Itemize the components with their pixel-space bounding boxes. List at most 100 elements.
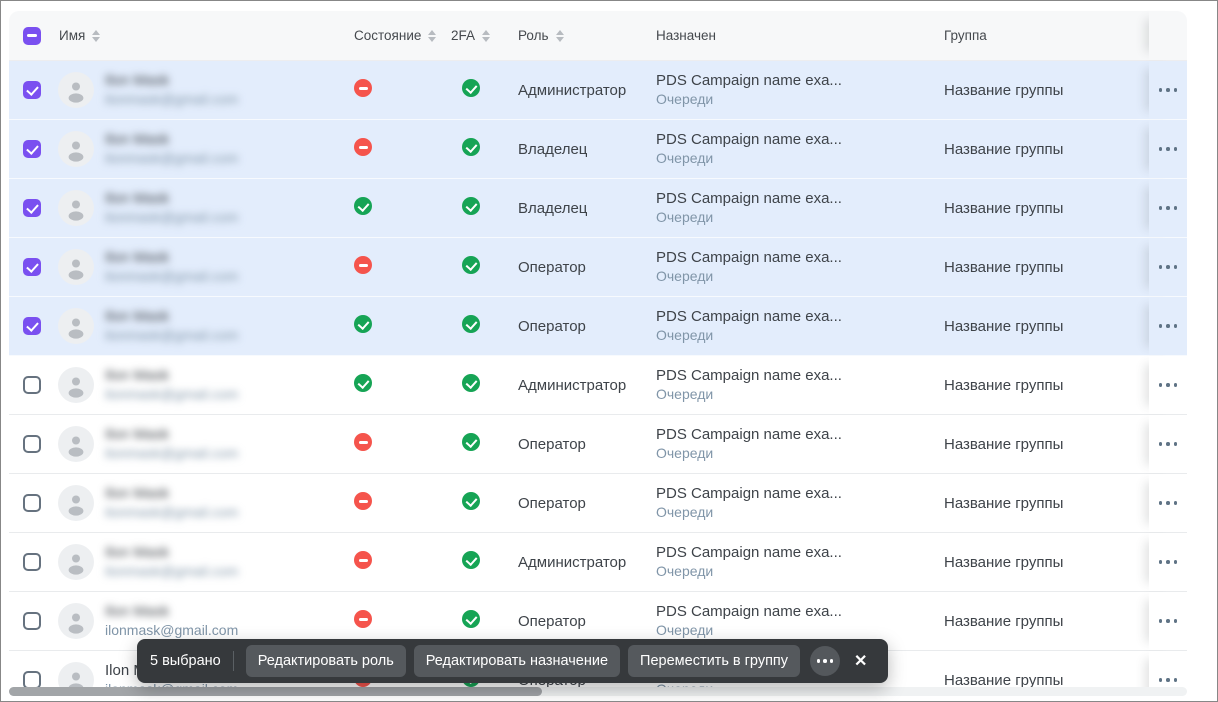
column-header-2fa[interactable]: 2FA xyxy=(443,28,510,43)
row-menu-button[interactable] xyxy=(1149,238,1187,296)
ellipsis-icon[interactable] xyxy=(1157,377,1180,393)
twofa-cell xyxy=(443,374,510,396)
table-row[interactable]: Ilon Mask ilonmask@gmail.com Администрат… xyxy=(9,61,1187,120)
row-checkbox[interactable] xyxy=(23,258,41,276)
twofa-cell xyxy=(443,610,510,632)
assigned-queues-link[interactable]: Очереди xyxy=(656,444,936,463)
ellipsis-icon[interactable] xyxy=(1157,554,1180,570)
row-menu-button[interactable] xyxy=(1149,61,1187,119)
row-checkbox[interactable] xyxy=(23,435,41,453)
assigned-queues-link[interactable]: Очереди xyxy=(656,267,936,286)
row-checkbox[interactable] xyxy=(23,317,41,335)
row-checkbox[interactable] xyxy=(23,199,41,217)
role-cell: Оператор xyxy=(510,318,648,335)
user-email: ilonmask@gmail.com xyxy=(105,444,238,463)
role-text: Оператор xyxy=(518,495,586,512)
ellipsis-icon[interactable] xyxy=(1157,200,1180,216)
edit-role-button[interactable]: Редактировать роль xyxy=(246,645,406,677)
selected-count: 5 выбрано xyxy=(150,653,221,669)
assigned-campaign: PDS Campaign name exa... xyxy=(656,189,936,208)
row-menu-button[interactable] xyxy=(1149,474,1187,532)
row-menu-button[interactable] xyxy=(1149,592,1187,650)
row-checkbox[interactable] xyxy=(23,612,41,630)
ellipsis-icon[interactable] xyxy=(1157,82,1180,98)
horizontal-scrollbar-thumb[interactable] xyxy=(9,687,542,696)
table-row[interactable]: Ilon Mask ilonmask@gmail.com Оператор PD… xyxy=(9,474,1187,533)
assigned-queues-link[interactable]: Очереди xyxy=(656,326,936,345)
more-actions-button[interactable] xyxy=(810,646,840,676)
twofa-cell xyxy=(443,256,510,278)
assigned-queues-link[interactable]: Очереди xyxy=(656,90,936,109)
ellipsis-icon[interactable] xyxy=(1157,259,1180,275)
sort-icon[interactable] xyxy=(92,30,100,42)
assigned-queues-link[interactable]: Очереди xyxy=(656,621,936,640)
column-header-role[interactable]: Роль xyxy=(510,28,648,43)
table-row[interactable]: Ilon Mask ilonmask@gmail.com Оператор PD… xyxy=(9,415,1187,474)
horizontal-scrollbar-track[interactable] xyxy=(9,687,1187,696)
assigned-queues-link[interactable]: Очереди xyxy=(656,208,936,227)
row-checkbox[interactable] xyxy=(23,140,41,158)
close-toolbar-button[interactable]: ✕ xyxy=(846,647,875,675)
select-all-checkbox[interactable] xyxy=(23,27,41,45)
assigned-cell: PDS Campaign name exa... Очереди xyxy=(648,484,936,522)
assigned-queues-link[interactable]: Очереди xyxy=(656,385,936,404)
table-row[interactable]: Ilon Mask ilonmask@gmail.com Администрат… xyxy=(9,533,1187,592)
role-cell: Оператор xyxy=(510,436,648,453)
row-checkbox[interactable] xyxy=(23,494,41,512)
status-cell xyxy=(346,610,443,632)
group-cell: Название группы xyxy=(936,141,1149,158)
row-menu-button[interactable] xyxy=(1149,179,1187,237)
ellipsis-icon[interactable] xyxy=(1157,141,1180,157)
row-menu-button[interactable] xyxy=(1149,297,1187,355)
assigned-cell: PDS Campaign name exa... Очереди xyxy=(648,71,936,109)
status-cell xyxy=(346,79,443,101)
assigned-queues-link[interactable]: Очереди xyxy=(656,562,936,581)
row-menu-button[interactable] xyxy=(1149,651,1187,687)
move-to-group-button[interactable]: Переместить в группу xyxy=(628,645,800,677)
name-cell: Ilon Mask ilonmask@gmail.com xyxy=(9,425,346,463)
row-menu-button[interactable] xyxy=(1149,415,1187,473)
table-row[interactable]: Ilon Mask ilonmask@gmail.com Администрат… xyxy=(9,356,1187,415)
role-cell: Администратор xyxy=(510,377,648,394)
column-header-status[interactable]: Состояние xyxy=(346,28,443,43)
assigned-cell: PDS Campaign name exa... Очереди xyxy=(648,307,936,345)
ellipsis-icon[interactable] xyxy=(1157,495,1180,511)
role-cell: Владелец xyxy=(510,141,648,158)
assigned-queues-link[interactable]: Очереди xyxy=(656,503,936,522)
twofa-enabled-icon xyxy=(462,374,480,392)
name-cell: Ilon Mask ilonmask@gmail.com xyxy=(9,248,346,286)
assigned-campaign: PDS Campaign name exa... xyxy=(656,366,936,385)
table-row[interactable]: Ilon Mask ilonmask@gmail.com Оператор PD… xyxy=(9,297,1187,356)
sort-icon[interactable] xyxy=(556,30,564,42)
edit-assignment-button[interactable]: Редактировать назначение xyxy=(414,645,620,677)
row-menu-button[interactable] xyxy=(1149,120,1187,178)
ellipsis-icon[interactable] xyxy=(1157,318,1180,334)
row-checkbox[interactable] xyxy=(23,553,41,571)
sort-icon[interactable] xyxy=(482,30,490,42)
avatar xyxy=(58,249,94,285)
group-cell: Название группы xyxy=(936,672,1149,688)
column-header-name[interactable]: Имя xyxy=(9,27,346,45)
row-menu-button[interactable] xyxy=(1149,533,1187,591)
ellipsis-icon[interactable] xyxy=(1157,613,1180,629)
assigned-queues-link[interactable]: Очереди xyxy=(656,149,936,168)
row-checkbox[interactable] xyxy=(23,376,41,394)
row-checkbox[interactable] xyxy=(23,671,41,687)
name-cell: Ilon Mask ilonmask@gmail.com xyxy=(9,189,346,227)
table-row[interactable]: Ilon Mask ilonmask@gmail.com Оператор PD… xyxy=(9,238,1187,297)
ellipsis-icon[interactable] xyxy=(1157,672,1180,687)
row-menu-button[interactable] xyxy=(1149,356,1187,414)
group-name: Название группы xyxy=(944,436,1063,453)
group-cell: Название группы xyxy=(936,495,1149,512)
table-row[interactable]: Ilon Mask ilonmask@gmail.com Владелец PD… xyxy=(9,179,1187,238)
status-icon xyxy=(354,315,372,333)
sort-icon[interactable] xyxy=(428,30,436,42)
bulk-actions-toolbar: 5 выбрано Редактировать роль Редактирова… xyxy=(137,639,888,683)
ellipsis-icon[interactable] xyxy=(1157,436,1180,452)
assigned-cell: PDS Campaign name exa... Очереди xyxy=(648,602,936,640)
group-name: Название группы xyxy=(944,554,1063,571)
table-row[interactable]: Ilon Mask ilonmask@gmail.com Владелец PD… xyxy=(9,120,1187,179)
row-checkbox[interactable] xyxy=(23,81,41,99)
assigned-campaign: PDS Campaign name exa... xyxy=(656,425,936,444)
avatar xyxy=(58,308,94,344)
